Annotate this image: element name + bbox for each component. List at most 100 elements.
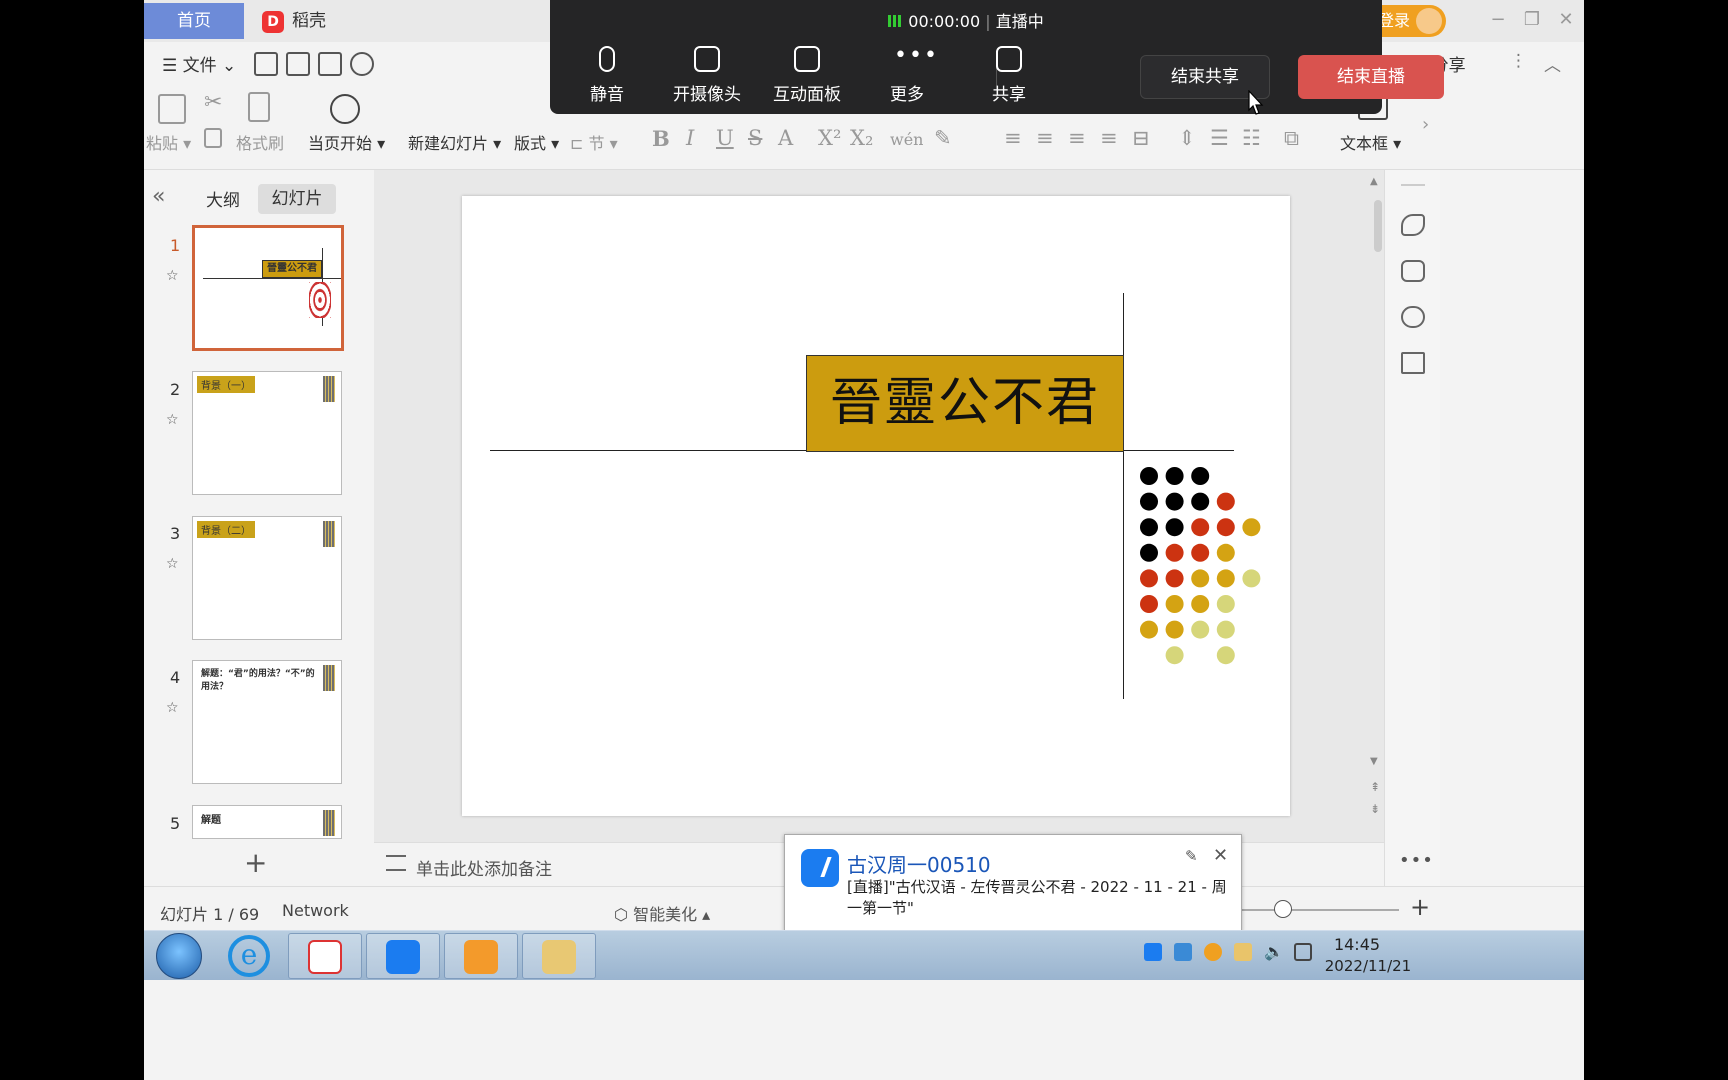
taskbar-live[interactable] <box>444 933 518 979</box>
font-color-icon[interactable]: A <box>778 126 793 150</box>
clock-time[interactable]: 14:45 <box>1322 935 1392 954</box>
paste-button[interactable]: 粘贴 ▾ <box>146 130 191 154</box>
add-slide-button[interactable]: + <box>244 846 267 879</box>
thumb-title: 解题：“君”的用法？“不”的用法？ <box>201 669 315 692</box>
scroll-down-icon[interactable]: ▼ <box>1370 756 1378 767</box>
print-icon[interactable] <box>318 52 342 76</box>
bullets-icon[interactable]: ☰ <box>1210 126 1229 150</box>
strikethrough-icon[interactable]: S <box>748 126 762 150</box>
taskbar-wps[interactable] <box>288 933 362 979</box>
minimize-icon[interactable]: − <box>1484 6 1512 34</box>
italic-icon[interactable]: I <box>686 126 694 150</box>
book-search-icon[interactable] <box>1401 352 1425 374</box>
vertical-scrollbar[interactable] <box>1372 180 1384 840</box>
more-options-icon[interactable]: ••• <box>1399 850 1434 871</box>
phonetic-icon[interactable]: wén <box>890 130 923 149</box>
interactive-panel-button[interactable]: 互动面板 <box>762 46 852 105</box>
zoom-in-button[interactable]: + <box>1410 893 1430 921</box>
align-right-icon[interactable]: ≡ <box>1068 126 1086 150</box>
cut-icon[interactable]: ✂ <box>204 90 222 115</box>
folder-tray-icon[interactable] <box>1234 943 1252 961</box>
collapse-ribbon-icon[interactable]: ︿ <box>1544 51 1561 76</box>
text-box-button[interactable]: 文本框 ▾ <box>1340 130 1401 154</box>
live-app-icon <box>464 940 498 974</box>
zoom-slider[interactable] <box>1224 909 1399 911</box>
bold-icon[interactable]: B <box>652 126 670 151</box>
end-live-button[interactable]: 结束直播 <box>1298 55 1444 99</box>
superscript-icon[interactable]: X² <box>818 126 841 150</box>
scroll-up-icon[interactable]: ▲ <box>1370 176 1378 187</box>
scrollbar-thumb[interactable] <box>1374 200 1382 252</box>
zoom-slider-handle[interactable] <box>1274 900 1292 918</box>
next-slide-icon[interactable]: ⇟ <box>1370 802 1380 816</box>
flame-tray-icon[interactable] <box>1204 943 1222 961</box>
slide-thumb-2[interactable]: 背景（一） <box>192 371 342 495</box>
slide-thumb-4[interactable]: 解题：“君”的用法？“不”的用法？ <box>192 660 342 784</box>
ribbon-scroll-right-icon[interactable]: › <box>1422 114 1429 135</box>
slide-dot <box>1191 518 1210 537</box>
highlight-icon[interactable]: ✎ <box>934 126 952 150</box>
save-icon[interactable] <box>254 52 278 76</box>
chat-panel-icon <box>794 46 820 72</box>
restore-icon[interactable]: ❐ <box>1518 6 1546 34</box>
more-vertical-icon[interactable]: ⋮ <box>1510 51 1527 71</box>
slide-canvas[interactable]: 晉靈公不君 <box>462 196 1290 816</box>
lightning-icon[interactable] <box>1401 306 1425 328</box>
pin-icon[interactable]: ✎ <box>1185 847 1198 865</box>
export-icon[interactable] <box>286 52 310 76</box>
tab-outline[interactable]: 大纲 <box>206 186 240 211</box>
numbering-icon[interactable]: ☷ <box>1242 126 1261 150</box>
start-button[interactable] <box>156 933 202 979</box>
file-menu-label: 文件 <box>182 56 217 76</box>
thumb-number: 1 <box>170 236 181 255</box>
prev-slide-icon[interactable]: ⇞ <box>1370 780 1380 794</box>
dingtalk-tray-icon[interactable] <box>1144 943 1162 961</box>
align-center-icon[interactable]: ≡ <box>1036 126 1054 150</box>
thumb-title: 背景（一） <box>197 376 255 393</box>
subscript-icon[interactable]: X₂ <box>850 126 873 150</box>
new-slide-button[interactable]: 新建幻灯片 ▾ <box>408 130 501 154</box>
rocket-icon[interactable] <box>1401 214 1425 236</box>
distribute-icon[interactable]: ⊟ <box>1132 126 1150 150</box>
taskbar-explorer[interactable] <box>522 933 596 979</box>
paste-label: 粘贴 <box>146 134 179 153</box>
close-icon[interactable]: ✕ <box>1213 845 1228 866</box>
smart-beautify-button[interactable]: ⬡ 智能美化 ▴ <box>614 901 710 925</box>
slide-thumb-3[interactable]: 背景（二） <box>192 516 342 640</box>
notification-popup[interactable]: 古汉周一00510 [直播]"古代汉语 - 左传晋灵公不君 - 2022 - 1… <box>784 834 1242 932</box>
share-screen-button[interactable]: 共享 <box>964 46 1054 105</box>
close-icon[interactable]: ✕ <box>1552 6 1580 34</box>
preview-icon[interactable] <box>350 52 374 76</box>
underline-icon[interactable]: U <box>716 126 734 150</box>
justify-icon[interactable]: ≡ <box>1100 126 1118 150</box>
align-left-icon[interactable]: ≡ <box>1004 126 1022 150</box>
clock-date[interactable]: 2022/11/21 <box>1318 957 1418 975</box>
palette-icon[interactable] <box>1401 260 1425 282</box>
file-menu[interactable]: ☰ 文件 ⌄ <box>162 51 236 76</box>
layout-button[interactable]: 版式 ▾ <box>514 130 559 154</box>
slide-dot <box>1140 467 1158 485</box>
network-icon[interactable] <box>1294 943 1312 961</box>
camera-label: 开摄像头 <box>673 85 741 105</box>
input-method-icon[interactable] <box>1174 943 1192 961</box>
ie-icon[interactable]: e <box>228 935 270 977</box>
copy-icon[interactable] <box>204 128 222 148</box>
notes-placeholder[interactable]: 单击此处添加备注 <box>416 855 552 880</box>
mute-button[interactable]: 静音 <box>562 46 652 105</box>
slide-thumb-1[interactable]: 晉靈公不君 <box>192 225 344 351</box>
camera-button[interactable]: 开摄像头 <box>662 46 752 105</box>
format-painter-button[interactable]: 格式刷 <box>236 130 284 154</box>
slide-thumb-5[interactable]: 解题 <box>192 805 342 839</box>
collapse-panel-icon[interactable]: « <box>152 184 165 209</box>
section-button[interactable]: ⊏ 节 ▾ <box>570 130 618 154</box>
more-button[interactable]: ••• 更多 <box>862 45 952 106</box>
drag-handle[interactable] <box>1401 184 1425 186</box>
taskbar-dingtalk[interactable] <box>366 933 440 979</box>
line-spacing-icon[interactable]: ⇕ <box>1178 126 1196 150</box>
from-current-button[interactable]: 当页开始 ▾ <box>308 130 385 154</box>
text-direction-icon[interactable]: ⧉ <box>1284 126 1299 151</box>
tab-slides[interactable]: 幻灯片 <box>258 184 336 214</box>
tab-docer[interactable]: D 稻壳 <box>252 3 382 39</box>
tab-home[interactable]: 首页 <box>144 3 244 39</box>
volume-icon[interactable]: 🔈 <box>1264 943 1284 961</box>
